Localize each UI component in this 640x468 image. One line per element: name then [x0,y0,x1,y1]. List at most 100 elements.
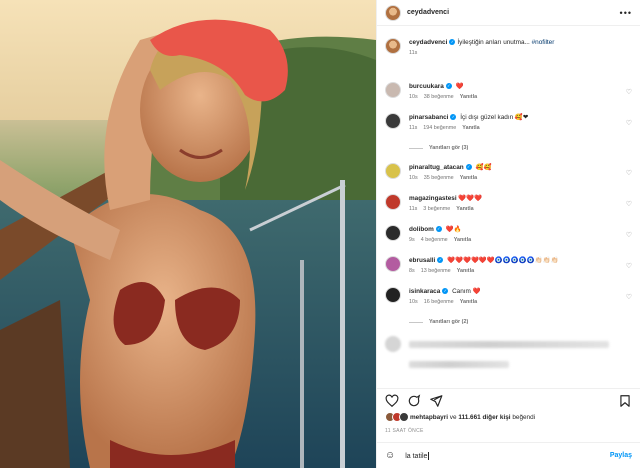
author-avatar[interactable] [385,4,401,21]
reply-button[interactable]: Yanıtla [457,268,474,274]
comment-text: İçi dışı güzel kadın 🥰❤ [460,114,529,121]
comment-likes[interactable]: 4 beğenme [421,237,448,243]
comment-text: Canım ❤️ [452,288,481,295]
comment-username[interactable]: ebrusalli [409,257,435,264]
comment-item: pinaraltug_atacan ✓ 🥰🥰 10s 35 beğenme Yanıt… [385,163,632,194]
comment-like-heart-icon[interactable]: ♡ [626,169,632,177]
comment-likes[interactable]: 35 beğenme [424,175,454,181]
comment-item: burcuukara ✓ ❤️ 10s 38 beğenme Yanıtla ♡ [385,82,632,113]
liked-by-connector: ve [449,413,457,421]
comment-item: pinarsabanci ✓ İçi dışı güzel kadın 🥰❤ 11… [385,113,632,139]
comment-username[interactable]: pinarsabanci [409,114,448,121]
view-replies-button[interactable]: Yanıtları gör (2) [385,313,632,331]
comment-like-heart-icon[interactable]: ♡ [626,119,632,127]
blurred-text [409,340,609,348]
view-replies-button[interactable]: Yanıtları gör (3) [385,139,632,157]
comment-likes[interactable]: 194 beğenme [423,125,456,131]
comment-input-value: la tatile [405,452,428,460]
verified-badge-icon: ✓ [437,257,444,264]
comment-avatar[interactable] [385,82,401,98]
blurred-text [409,360,509,368]
comment-avatar[interactable] [385,194,401,210]
verified-badge-icon: ✓ [442,288,449,295]
comment-avatar[interactable] [385,287,401,303]
comment-like-heart-icon[interactable]: ♡ [626,293,632,301]
comment-likes[interactable]: 13 beğenme [421,268,451,274]
comment-item: isinkaraca ✓ Canım ❤️ 10s 16 beğenme Yanıtl… [385,287,632,313]
post-image[interactable] [0,0,376,468]
comment-username[interactable]: isinkaraca [409,288,440,295]
post-photo-illustration [0,0,376,468]
post-caption: ceydadvenci ✓ İyileştiğin anları unutma...… [385,26,632,82]
comment-text: ❤️ [455,83,464,90]
comment-input[interactable]: la tatile [405,451,610,460]
share-icon[interactable] [429,394,443,408]
comment-text: ❤️🔥 [445,226,462,233]
caption-avatar[interactable] [385,38,401,54]
text-caret [428,451,430,460]
comment-time[interactable]: 10s [409,94,418,100]
comment-like-heart-icon[interactable]: ♡ [626,231,632,239]
reply-button[interactable]: Yanıtla [462,125,479,131]
emoji-icon[interactable]: ☺ [385,450,395,461]
liker-avatars[interactable] [385,412,409,422]
comment-time[interactable]: 11s [409,125,417,131]
liked-by: mehtapbayri ve 111.661 diğer kişi beğend… [385,412,632,422]
comment-avatar [385,336,401,352]
comment-time[interactable]: 11s [409,206,417,212]
comment-likes[interactable]: 38 beğenme [424,94,454,100]
comment-avatar[interactable] [385,113,401,129]
comment-time[interactable]: 10s [409,299,418,305]
reply-button[interactable]: Yanıtla [460,175,477,181]
post-comment-button[interactable]: Paylaş [610,452,632,459]
verified-badge-icon: ✓ [435,226,442,233]
comment-time[interactable]: 8s [409,268,415,274]
post-header: ceydadvenci ••• [377,0,640,26]
heart-icon[interactable] [385,394,399,408]
comments-list[interactable]: ceydadvenci ✓ İyileştiğin anları unutma...… [377,26,640,388]
comment-likes[interactable]: 3 beğenme [423,206,450,212]
reply-button[interactable]: Yanıtla [454,237,471,243]
verified-badge-icon: ✓ [450,114,457,121]
caption-time[interactable]: 11s [409,50,417,56]
comment-like-heart-icon[interactable]: ♡ [626,262,632,270]
comment-text: ❤️❤️❤️❤️❤️❤️🧿🧿🧿🧿🧿👏🏻👏🏻👏🏻 [447,257,559,264]
comment-likes[interactable]: 16 beğenme [424,299,454,305]
comment-time[interactable]: 10s [409,175,418,181]
comment-avatar[interactable] [385,163,401,179]
action-bar [377,388,640,412]
verified-badge-icon: ✓ [449,39,456,46]
bookmark-icon[interactable] [618,394,632,408]
author-username[interactable]: ceydadvenci [407,9,449,16]
comment-like-heart-icon[interactable]: ♡ [626,88,632,96]
comment-username[interactable]: magazingastesi [409,195,457,202]
post-time-ago[interactable]: 11 SAAT ÖNCE [385,428,424,434]
comment-composer: ☺ la tatile Paylaş [377,442,640,468]
comment-username[interactable]: dolibom [409,226,434,233]
comments-panel: ceydadvenci ••• ceydadvenci ✓ İyileştiğin … [376,0,640,468]
comment-icon[interactable] [407,393,421,408]
liked-by-count[interactable]: 111.661 diğer kişi [458,414,510,421]
caption-hashtag[interactable]: #nofilter [532,39,555,46]
verified-badge-icon: ✓ [445,83,452,90]
comment-username[interactable]: burcuukara [409,83,444,90]
comment-time[interactable]: 9s [409,237,415,243]
liker-avatar [399,412,409,422]
reply-button[interactable]: Yanıtla [460,94,477,100]
comment-text: 🥰🥰 [475,164,492,171]
caption-text: İyileştiğin anları unutma... [457,39,532,46]
more-horizontal-icon[interactable]: ••• [620,8,632,18]
comment-item: magazingastesi ❤️❤️❤️ 11s 3 beğenme Yanıtl… [385,194,632,225]
blurred-comment [385,331,632,357]
comment-item: ebrusalli ✓ ❤️❤️❤️❤️❤️❤️🧿🧿🧿🧿🧿👏🏻👏🏻👏🏻 8s 13 … [385,256,632,287]
comment-avatar[interactable] [385,256,401,272]
comment-avatar[interactable] [385,225,401,241]
blurred-comment-line [385,357,632,371]
comment-username[interactable]: pinaraltug_atacan [409,164,464,171]
caption-username[interactable]: ceydadvenci [409,39,447,46]
reply-button[interactable]: Yanıtla [460,299,477,305]
comment-like-heart-icon[interactable]: ♡ [626,200,632,208]
comment-text: ❤️❤️❤️ [458,195,483,202]
reply-button[interactable]: Yanıtla [456,206,473,212]
liked-by-user[interactable]: mehtapbayri [410,414,448,421]
